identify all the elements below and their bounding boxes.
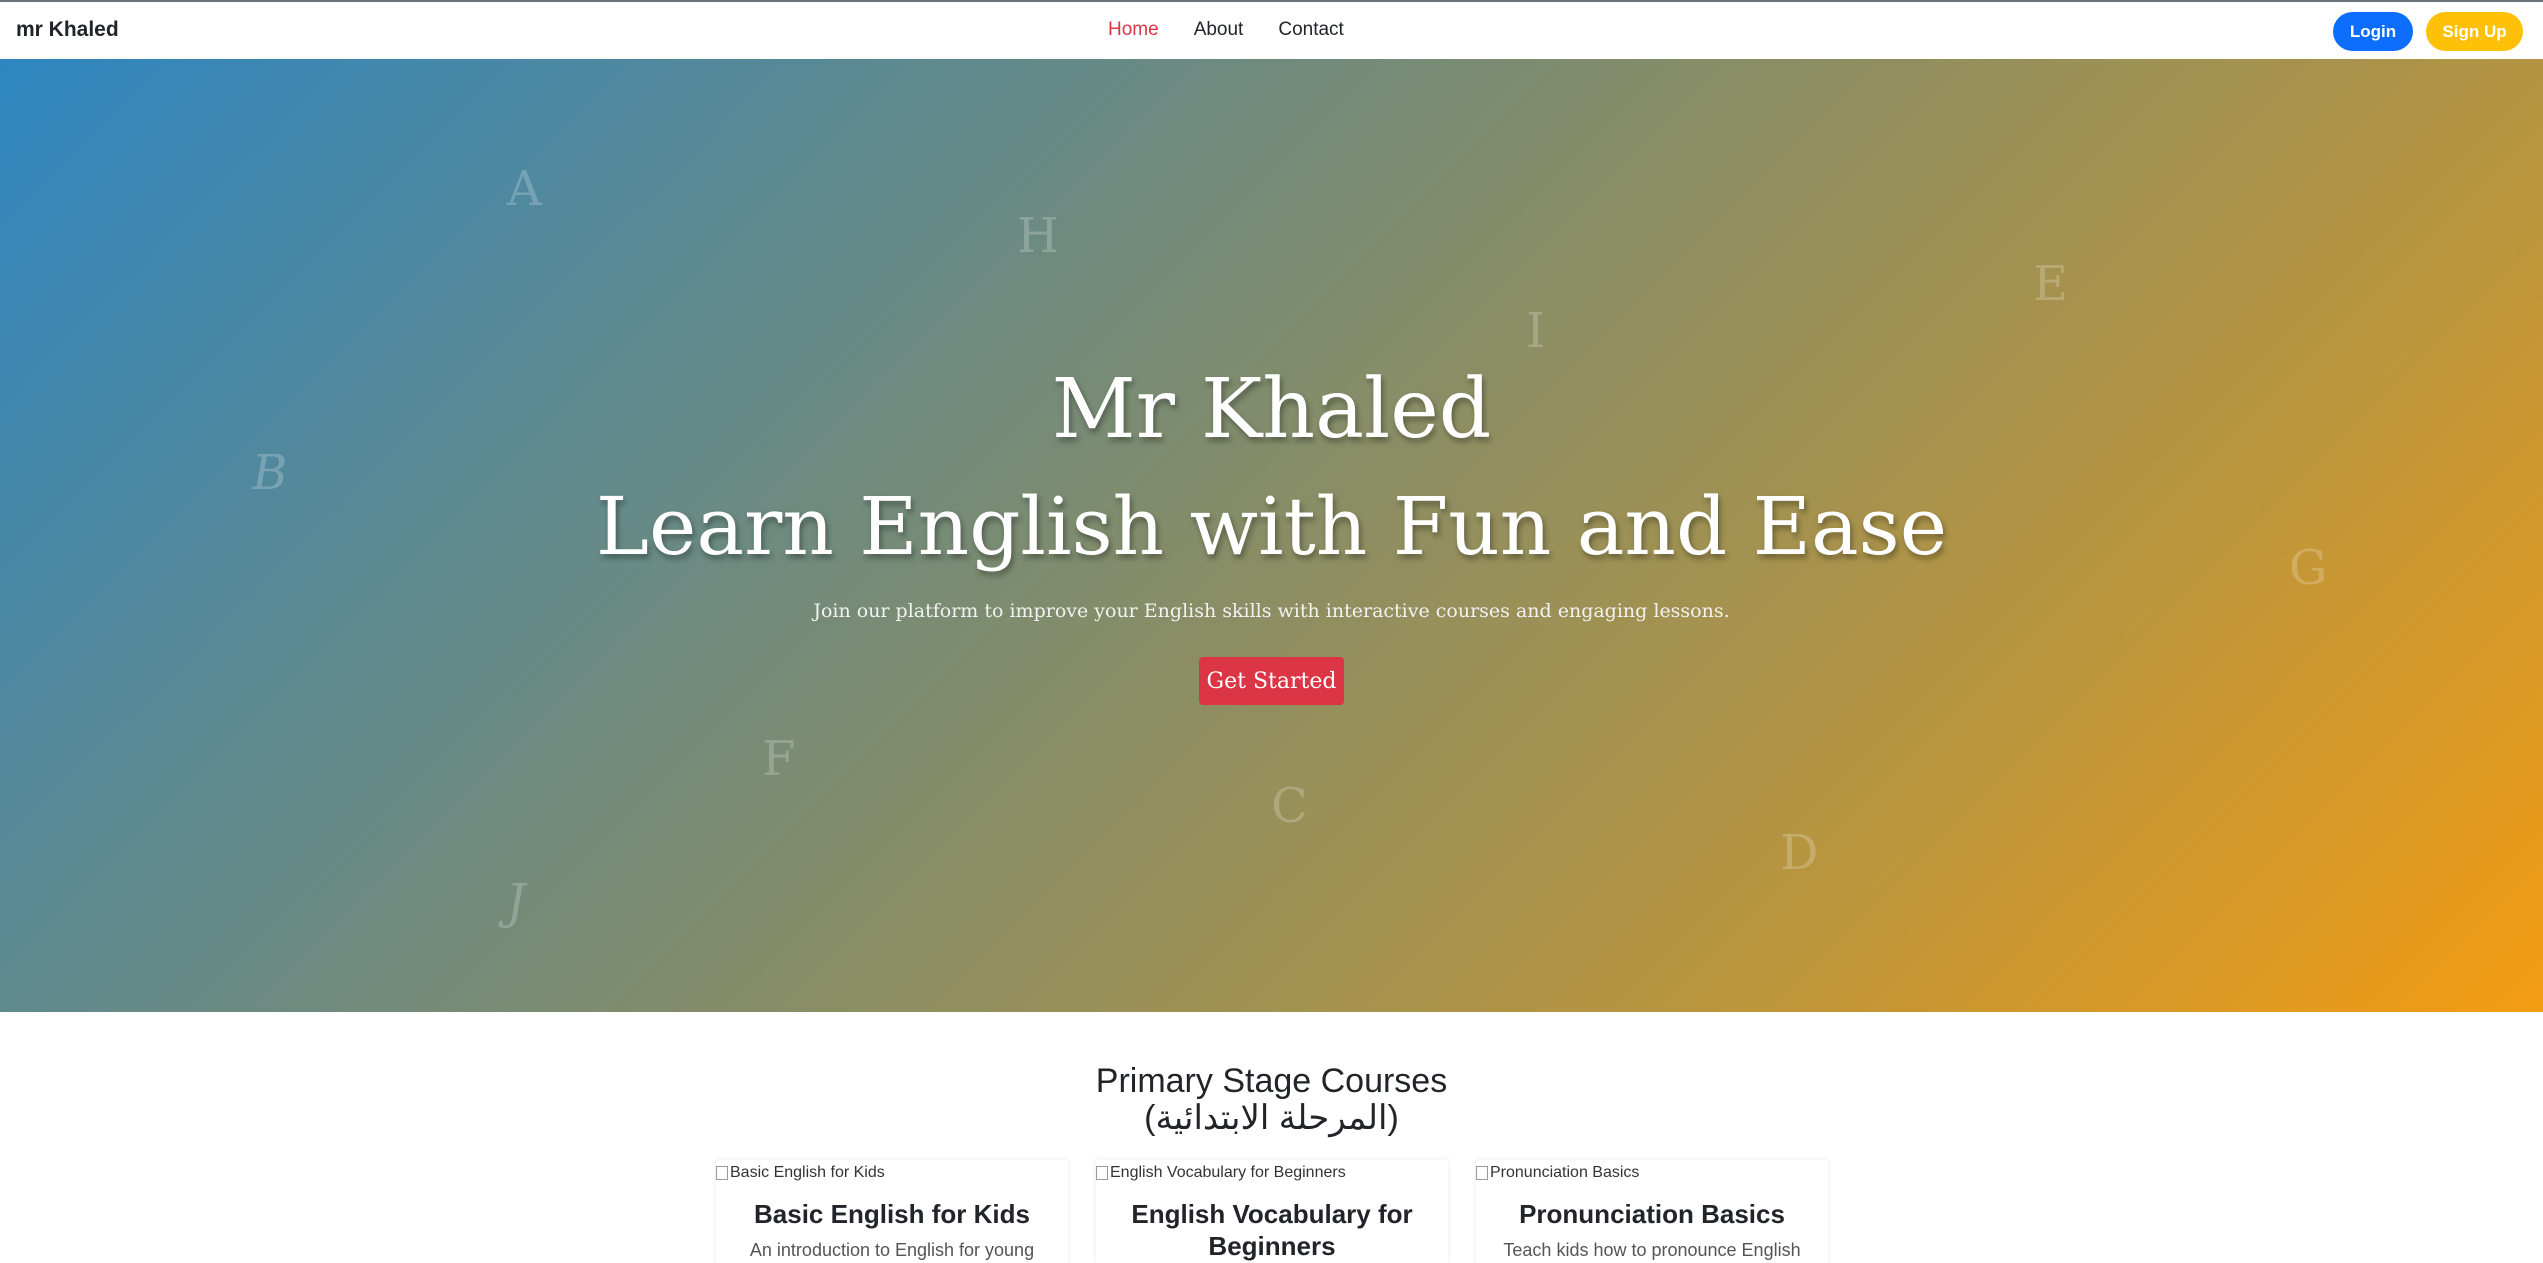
- floating-letter: F: [762, 731, 796, 787]
- nav-link-home[interactable]: Home: [1108, 19, 1159, 41]
- signup-button[interactable]: Sign Up: [2426, 12, 2523, 51]
- course-description: Teach kids how to pronounce English: [1503, 1240, 1801, 1260]
- nav-link-about[interactable]: About: [1194, 19, 1244, 41]
- floating-letter: H: [1017, 208, 1059, 264]
- floating-letter: C: [1271, 778, 1308, 834]
- broken-image-icon: [716, 1166, 728, 1180]
- floating-letter: I: [1526, 303, 1545, 359]
- course-title: Basic English for Kids: [754, 1199, 1030, 1229]
- get-started-button[interactable]: Get Started: [1199, 657, 1344, 705]
- login-button[interactable]: Login: [2333, 12, 2413, 51]
- hero-title-tagline: Learn English with Fun and Ease: [595, 480, 1948, 573]
- nav-link-contact[interactable]: Contact: [1278, 19, 1343, 41]
- course-image: Pronunciation Basics: [1476, 1164, 1639, 1182]
- hero-title-name: Mr Khaled: [1051, 362, 1492, 457]
- course-card[interactable]: Pronunciation Basics Pronunciation Basic…: [1476, 1160, 1828, 1263]
- floating-letter: E: [2033, 256, 2069, 312]
- section-title: Primary Stage Courses: [1095, 1062, 1448, 1100]
- nav-links: Home About Contact: [1108, 19, 1379, 41]
- floating-letter: A: [507, 161, 542, 217]
- floating-letter: J: [502, 874, 532, 930]
- course-description: An introduction to English for young: [749, 1240, 1035, 1260]
- hero-subtitle: Join our platform to improve your Englis…: [813, 600, 1730, 622]
- course-title: English Vocabulary for Beginners: [1131, 1199, 1413, 1261]
- floating-letter: D: [1780, 825, 1819, 881]
- brand-logo[interactable]: mr Khaled: [16, 18, 119, 42]
- top-navbar: mr Khaled Home About Contact Login Sign …: [0, 0, 2543, 59]
- course-title: Pronunciation Basics: [1519, 1199, 1785, 1229]
- broken-image-icon: [1096, 1166, 1108, 1180]
- course-image: Basic English for Kids: [716, 1164, 885, 1182]
- course-card[interactable]: English Vocabulary for Beginners English…: [1096, 1160, 1448, 1263]
- course-card[interactable]: Basic English for Kids Basic English for…: [716, 1160, 1068, 1263]
- course-image-alt-text: English Vocabulary for Beginners: [1110, 1164, 1346, 1181]
- course-image: English Vocabulary for Beginners: [1096, 1164, 1346, 1182]
- broken-image-icon: [1476, 1166, 1488, 1180]
- section-title-arabic: (المرحلة الابتدائية): [1144, 1099, 1399, 1137]
- course-image-alt-text: Pronunciation Basics: [1490, 1164, 1640, 1181]
- course-image-alt-text: Basic English for Kids: [730, 1164, 885, 1181]
